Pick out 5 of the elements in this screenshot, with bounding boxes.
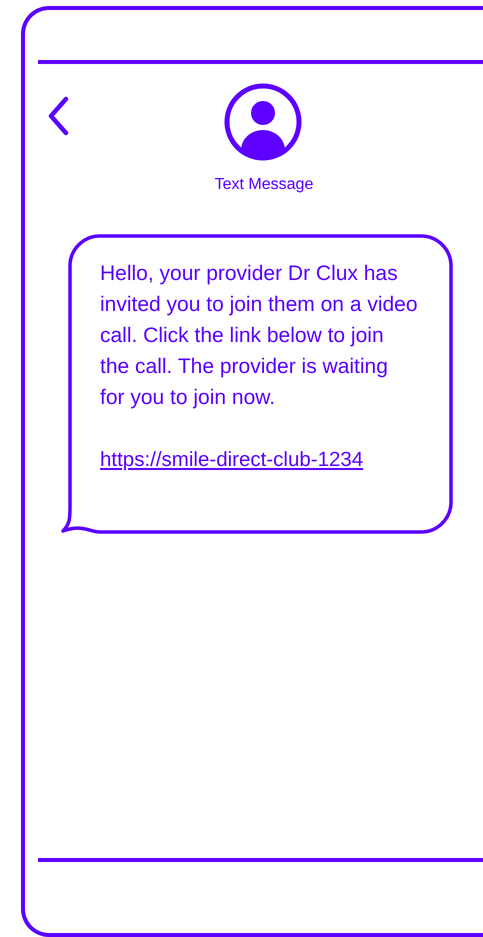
screen-title: Text Message — [214, 176, 314, 194]
user-icon — [223, 82, 303, 162]
message-text: Hello, your provider Dr Clux has invited you to join them on a video call. Click the link below to join the call. The provider is waiting for you to join now. — [100, 261, 418, 411]
message-link[interactable]: https://smile-direct-club-1234 — [100, 444, 364, 475]
back-icon[interactable] — [47, 96, 69, 136]
